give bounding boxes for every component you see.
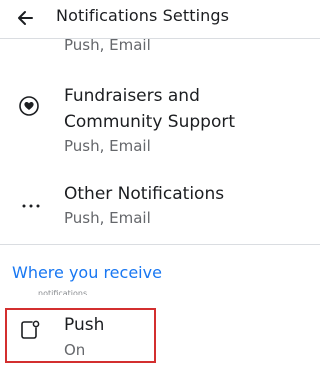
- other-notifications-secondary: Push, Email: [64, 209, 151, 227]
- highlight-box: [5, 308, 156, 363]
- section-title: Where you receive: [12, 263, 162, 282]
- section-subtitle: notifications: [38, 289, 88, 295]
- fundraisers-secondary: Push, Email: [64, 137, 151, 155]
- fundraisers-label-line1: Fundraisers and: [64, 86, 200, 106]
- heart-badge-icon: [18, 95, 40, 117]
- fundraisers-label-line2: Community Support: [64, 112, 235, 132]
- header-divider: [0, 38, 320, 39]
- back-arrow-icon: [18, 11, 33, 25]
- more-dots-icon: [20, 192, 42, 214]
- notification-settings-screen: Notifications Settings Push, Email Fundr…: [0, 0, 320, 377]
- other-notifications-label: Other Notifications: [64, 184, 225, 204]
- section-divider: [0, 244, 320, 245]
- app-header: Notifications Settings: [0, 0, 320, 38]
- back-button[interactable]: [14, 7, 36, 29]
- page-title: Notifications Settings: [56, 6, 230, 25]
